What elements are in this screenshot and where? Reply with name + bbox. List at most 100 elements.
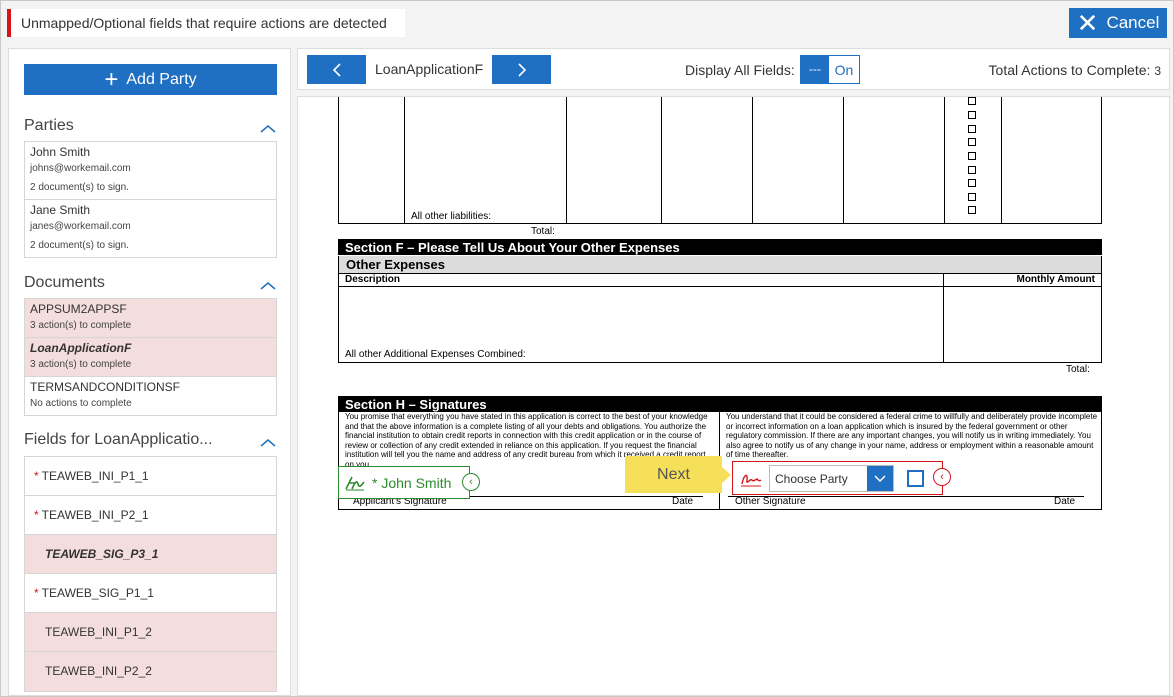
checkbox-icon	[968, 111, 976, 119]
document-name: APPSUM2APPSF	[30, 302, 127, 316]
cancel-label: Cancel	[1106, 13, 1160, 32]
field-label: TEAWEB_SIG_P3_1	[45, 547, 159, 561]
field-label: TEAWEB_INI_P1_1	[41, 469, 149, 483]
add-party-label: Add Party	[126, 70, 197, 88]
party-item[interactable]: Jane Smith janes@workemail.com 2 documen…	[25, 200, 276, 257]
unassigned-signature-field[interactable]: Choose Party	[732, 461, 943, 495]
document-status: 3 action(s) to complete	[30, 320, 132, 331]
party-item[interactable]: John Smith johns@workemail.com 2 documen…	[25, 142, 276, 200]
checkbox-icon	[968, 97, 976, 105]
required-marker: *	[34, 586, 39, 600]
display-all-fields-toggle[interactable]: --- On	[800, 55, 860, 84]
document-item[interactable]: TERMSANDCONDITIONSF No actions to comple…	[25, 377, 276, 415]
field-item[interactable]: * TEAWEB_SIG_P1_1	[25, 574, 276, 613]
document-name: TERMSANDCONDITIONSF	[30, 380, 180, 394]
toggle-off-segment: ---	[801, 56, 829, 83]
document-toolbar: LoanApplicationF Display All Fields: ---…	[297, 48, 1170, 90]
choose-party-value: Choose Party	[775, 472, 848, 486]
field-item-selected[interactable]: TEAWEB_SIG_P3_1	[25, 535, 276, 574]
checkbox-icon	[968, 152, 976, 160]
left-panel: + Add Party Parties John Smith johns@wor…	[8, 48, 291, 696]
chevron-left-icon: ‹	[469, 476, 473, 488]
liabilities-table: All other liabilities:	[338, 97, 1102, 224]
toggle-on-segment: On	[829, 56, 859, 83]
close-icon: ✕	[1076, 8, 1099, 38]
required-marker: *	[34, 469, 39, 483]
liabilities-label: All other liabilities:	[411, 211, 492, 222]
chevron-right-icon	[517, 62, 526, 77]
field-label: TEAWEB_INI_P2_1	[41, 508, 149, 522]
checkbox-icon	[968, 138, 976, 146]
parties-list: John Smith johns@workemail.com 2 documen…	[24, 141, 277, 258]
liabilities-total: Total:	[531, 226, 555, 237]
chevron-left-icon: ‹	[940, 471, 944, 483]
document-item-selected[interactable]: LoanApplicationF 3 action(s) to complete	[25, 338, 276, 377]
checkbox-icon	[968, 179, 976, 187]
checkbox-icon	[968, 206, 976, 214]
section-f-title: Section F – Please Tell Us About Your Ot…	[338, 239, 1102, 255]
expenses-table: Description Monthly Amount All other Add…	[338, 273, 1102, 363]
other-signature-label: Other Signature	[735, 496, 806, 507]
checkbox-icon	[968, 193, 976, 201]
fields-heading: Fields for LoanApplicatio...	[24, 431, 213, 448]
document-status: 3 action(s) to complete	[30, 359, 132, 370]
party-status: 2 document(s) to sign.	[30, 240, 129, 251]
total-actions-count: 3	[1154, 64, 1161, 78]
parties-collapse-icon[interactable]	[260, 121, 276, 133]
section-h-title: Section H – Signatures	[338, 396, 1102, 412]
field-label: TEAWEB_SIG_P1_1	[41, 586, 154, 600]
other-date-label: Date	[1054, 496, 1076, 507]
display-all-fields-label: Display All Fields:	[685, 62, 795, 78]
prev-document-button[interactable]	[307, 55, 366, 84]
party-status: 2 document(s) to sign.	[30, 182, 129, 193]
other-expenses-heading: Other Expenses	[338, 256, 1102, 273]
parties-heading: Parties	[24, 117, 74, 134]
required-marker: *	[34, 508, 39, 522]
app-frame: Unmapped/Optional fields that require ac…	[0, 0, 1174, 697]
alert-banner: Unmapped/Optional fields that require ac…	[7, 9, 405, 37]
choose-party-select[interactable]: Choose Party	[769, 465, 894, 492]
expenses-total: Total:	[1066, 364, 1090, 375]
current-document-name: LoanApplicationF	[375, 61, 484, 77]
chevron-left-icon	[332, 62, 341, 77]
field-label: TEAWEB_INI_P2_2	[45, 664, 152, 678]
fields-list: * TEAWEB_INI_P1_1 * TEAWEB_INI_P2_1 TEAWEB…	[24, 456, 277, 692]
applicant-date-label: Date	[672, 496, 694, 507]
collapse-field-button[interactable]: ‹	[462, 473, 480, 491]
total-actions: Total Actions to Complete: 3	[989, 62, 1161, 78]
collapse-field-button[interactable]: ‹	[933, 468, 951, 486]
john-smith-signature-field[interactable]: * John Smith	[338, 466, 470, 499]
checkbox-icon	[968, 166, 976, 174]
party-email: janes@workemail.com	[30, 221, 131, 232]
field-item[interactable]: TEAWEB_INI_P1_2	[25, 613, 276, 652]
other-disclosure: You understand that it could be consider…	[726, 412, 1098, 459]
next-label: Next	[657, 465, 690, 483]
description-header: Description	[345, 274, 401, 285]
signature-icon	[345, 476, 365, 490]
field-item[interactable]: * TEAWEB_INI_P2_1	[25, 496, 276, 535]
document-item[interactable]: APPSUM2APPSF 3 action(s) to complete	[25, 299, 276, 338]
documents-collapse-icon[interactable]	[260, 278, 276, 290]
john-smith-tag-label: * John Smith	[372, 474, 452, 491]
next-document-button[interactable]	[492, 55, 551, 84]
cancel-button[interactable]: ✕ Cancel	[1069, 8, 1167, 38]
checkbox-icon	[968, 125, 976, 133]
field-item[interactable]: * TEAWEB_INI_P1_1	[25, 457, 276, 496]
document-name: LoanApplicationF	[30, 341, 132, 355]
add-party-button[interactable]: + Add Party	[24, 64, 277, 95]
document-viewer[interactable]: All other liabilities: Total: Section F …	[297, 96, 1170, 696]
plus-icon: +	[104, 65, 119, 93]
total-actions-label: Total Actions to Complete:	[988, 62, 1151, 78]
fields-collapse-icon[interactable]	[260, 435, 276, 447]
document-status: No actions to complete	[30, 398, 132, 409]
field-label: TEAWEB_INI_P1_2	[45, 625, 152, 639]
party-name: John Smith	[30, 145, 91, 159]
party-name: Jane Smith	[30, 203, 91, 217]
dropdown-arrow-icon	[867, 466, 893, 491]
documents-list: APPSUM2APPSF 3 action(s) to complete Loa…	[24, 298, 277, 416]
field-checkbox[interactable]	[907, 470, 924, 487]
next-field-button[interactable]: Next	[625, 456, 731, 493]
field-item[interactable]: TEAWEB_INI_P2_2	[25, 652, 276, 691]
monthly-amount-header: Monthly Amount	[1016, 274, 1095, 285]
party-email: johns@workemail.com	[30, 163, 131, 174]
